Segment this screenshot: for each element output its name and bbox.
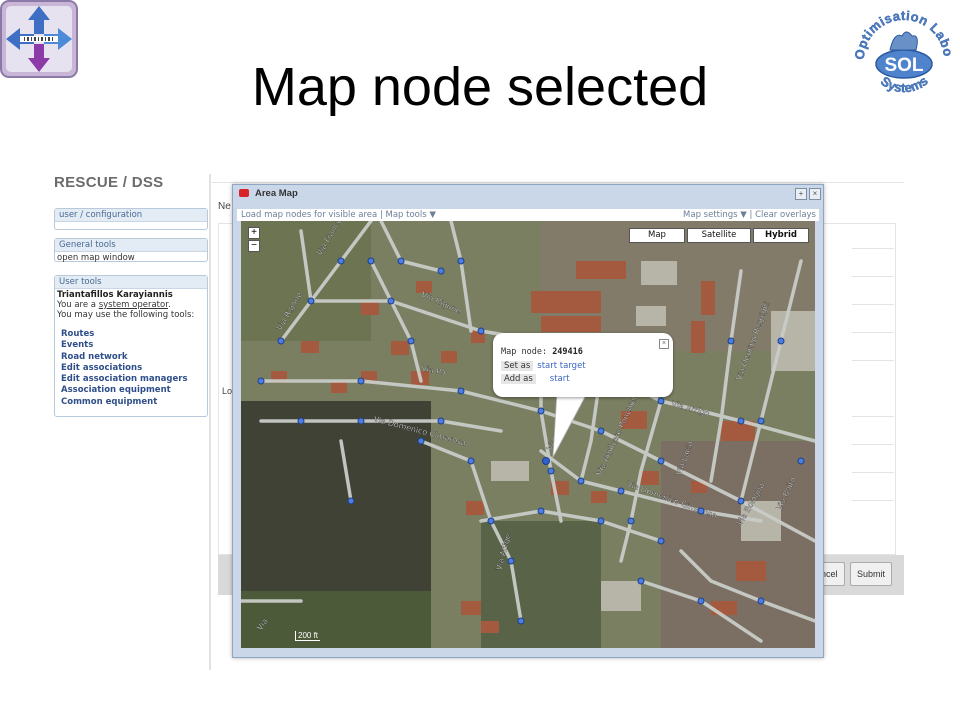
map-scale-bar: 200 ft	[295, 631, 321, 641]
map-view[interactable]: Via Francesco Via Rigone Via Rigone Via …	[241, 221, 815, 648]
satellite-map-canvas[interactable]: Via Francesco Via Rigone Via Rigone Via …	[241, 221, 815, 648]
tool-link-edit-association-managers[interactable]: Edit association managers	[61, 374, 207, 385]
form-label-lo: Lo	[222, 386, 233, 396]
form-row-line	[852, 444, 894, 445]
open-map-window-link[interactable]: open map window	[55, 252, 207, 264]
form-row-line	[852, 248, 894, 249]
tool-link-edit-associations[interactable]: Edit associations	[61, 363, 207, 374]
map-type-satellite-button[interactable]: Satellite	[687, 228, 751, 243]
balloon-close-icon[interactable]: ×	[659, 339, 669, 349]
area-map-dialog: Area Map + × Load map nodes for visible …	[232, 184, 824, 658]
map-node-info-balloon: × Map node: 249416 Set as start target Ad…	[493, 333, 673, 397]
close-icon[interactable]: ×	[809, 188, 821, 200]
form-row-line	[852, 360, 894, 361]
add-as-row: Add as start	[501, 374, 570, 384]
form-row-line	[852, 416, 894, 417]
map-toolbar-right-links[interactable]: Map settings ▼ | Clear overlays	[683, 210, 816, 220]
form-label-ne: Ne	[218, 201, 231, 212]
submit-button[interactable]: Submit	[850, 562, 893, 586]
tool-link-routes[interactable]: Routes	[61, 329, 207, 340]
user-info: Triantafillos Karayiannis You are a syst…	[55, 289, 207, 321]
general-tools-panel: General tools open map window	[54, 238, 208, 264]
user-role: You are a system operator.	[57, 300, 205, 310]
logo-text-center: SOL	[884, 55, 923, 76]
user-configuration-header[interactable]: user / configuration	[55, 209, 207, 222]
map-node-label: Map node:	[501, 347, 548, 357]
user-tools-list: Routes Events Road network Edit associat…	[61, 329, 207, 408]
map-toolbar-left-links[interactable]: Load map nodes for visible area | Map to…	[241, 210, 436, 220]
map-node-id: 249416	[552, 347, 583, 357]
user-configuration-panel: user / configuration	[54, 208, 208, 230]
map-toolbar: Load map nodes for visible area | Map to…	[237, 209, 819, 221]
form-row-line	[852, 276, 894, 277]
tool-link-events[interactable]: Events	[61, 340, 207, 351]
slide-title: Map node selected	[251, 57, 709, 117]
user-tools-header: User tools	[55, 276, 207, 289]
set-as-row: Set as start target	[501, 361, 586, 371]
form-row-line	[852, 304, 894, 305]
map-type-map-button[interactable]: Map	[629, 228, 685, 243]
start-link[interactable]: start	[550, 374, 570, 384]
sidebar-divider	[209, 174, 211, 670]
zoom-out-button[interactable]: −	[248, 240, 260, 252]
tool-link-road-network[interactable]: Road network	[61, 352, 207, 363]
role-prefix: You are a	[57, 300, 97, 310]
set-as-label: Set as	[501, 361, 534, 371]
form-top-border	[212, 182, 904, 183]
app-title: RESCUE / DSS	[54, 174, 164, 191]
tools-intro: You may use the following tools:	[57, 310, 195, 320]
maximize-icon[interactable]: +	[795, 188, 807, 200]
start-target-link[interactable]: start target	[537, 361, 585, 371]
role-link[interactable]: system operator	[99, 300, 168, 310]
sol-logo: Optimisation Laboratory Systems SOL	[846, 0, 958, 110]
form-row-line	[852, 472, 894, 473]
form-row-line	[852, 500, 894, 501]
dialog-app-icon	[239, 189, 249, 197]
map-type-hybrid-button[interactable]: Hybrid	[753, 228, 809, 243]
balloon-title: Map node: 249416	[501, 347, 583, 357]
dialog-title: Area Map	[255, 188, 298, 199]
tool-link-association-equipment[interactable]: Association equipment	[61, 385, 207, 396]
zoom-in-button[interactable]: +	[248, 227, 260, 239]
user-name: Triantafillos Karayiannis	[57, 290, 173, 300]
general-tools-header: General tools	[55, 239, 207, 252]
form-row-line	[852, 332, 894, 333]
add-as-label: Add as	[501, 374, 536, 384]
user-tools-panel: User tools Triantafillos Karayiannis You…	[54, 275, 208, 417]
tool-link-common-equipment[interactable]: Common equipment	[61, 397, 207, 408]
role-suffix: .	[167, 300, 171, 310]
arrows-logo-icon	[0, 0, 78, 78]
